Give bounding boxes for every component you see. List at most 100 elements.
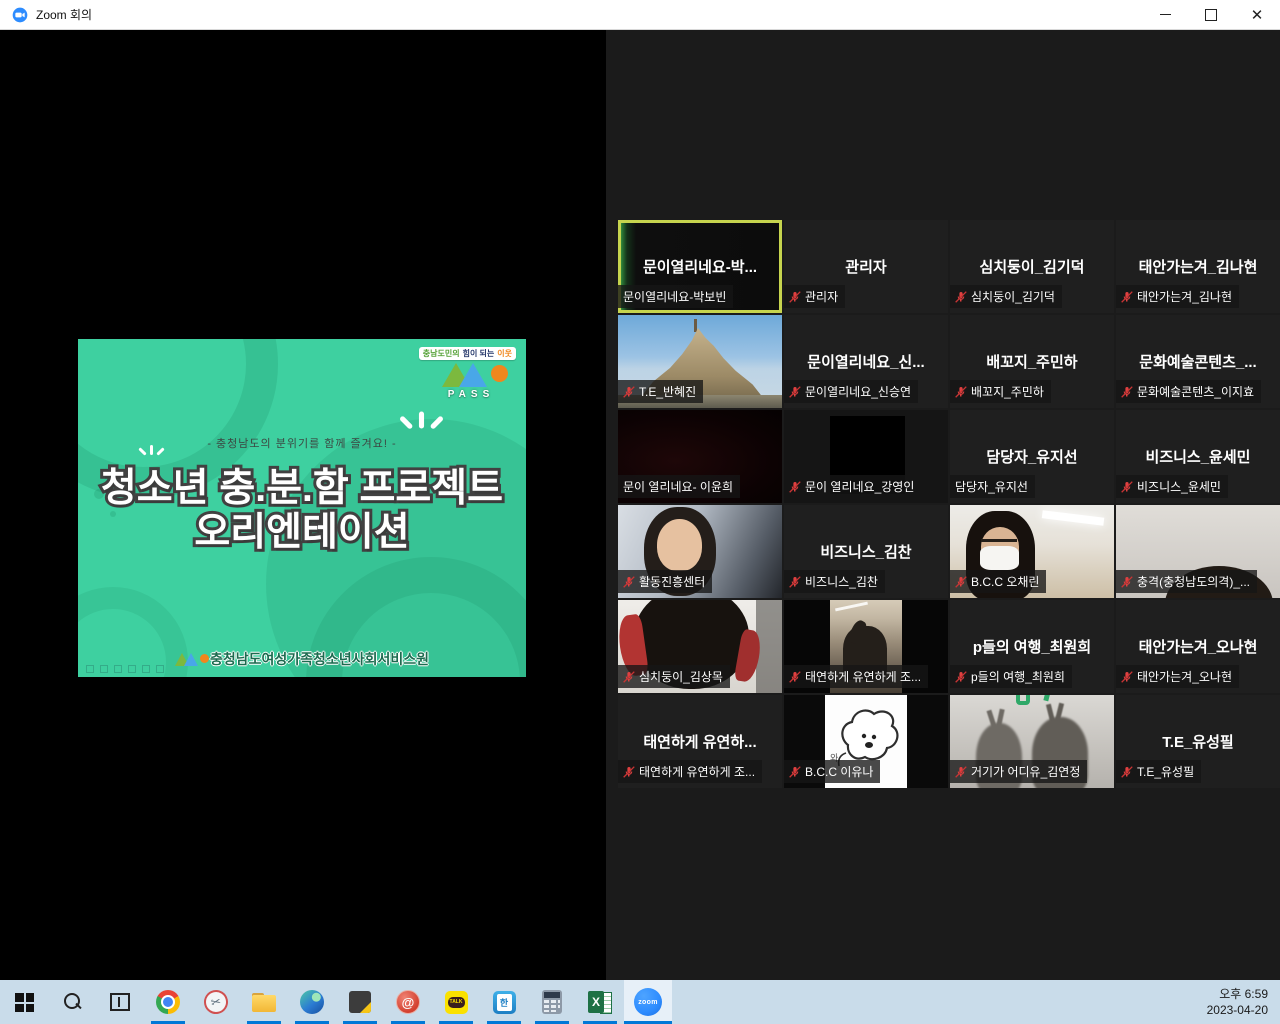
start-button[interactable] <box>0 980 48 1024</box>
taskbar-kakaotalk[interactable]: TALK <box>432 980 480 1024</box>
clock-date: 2023-04-20 <box>1207 1002 1268 1018</box>
taskbar-hancom[interactable]: 한 <box>480 980 528 1024</box>
notes-app-icon <box>349 991 371 1013</box>
window-controls: ✕ <box>1142 0 1280 29</box>
mic-muted-icon <box>955 671 967 683</box>
participant-tile[interactable]: p들의 여행_최원희 p들의 여행_최원희 <box>950 600 1114 693</box>
participant-label: 태연하게 유연하게 조... <box>784 665 928 688</box>
participant-label-text: 문화예술콘텐츠_이지효 <box>1137 383 1254 400</box>
participant-label: T.E_반혜진 <box>618 380 703 403</box>
participant-tile[interactable]: 문화예술콘텐츠_... 문화예술콘텐츠_이지효 <box>1116 315 1280 408</box>
taskbar-edge[interactable] <box>288 980 336 1024</box>
meeting-main-area: 충남도민의 힘이 되는 이웃 PASS - 충청남도의 분위기를 함께 즐겨요!… <box>0 30 1280 980</box>
slide-footer-text: 충청남도여성가족청소년사회서비스원 <box>210 649 429 669</box>
sparkle-icon <box>419 412 424 429</box>
participant-label-text: B.C.C 이유나 <box>805 763 873 780</box>
mic-muted-icon <box>623 576 635 588</box>
windows-taskbar: ✂ @ TALK 한 zoom 오후 6:59 2023-04-20 <box>0 980 1280 1024</box>
participant-tile[interactable]: 충격(충청남도의격)_... <box>1116 505 1280 598</box>
participant-label: 문이 열리네요_강영인 <box>784 475 921 498</box>
participant-label-text: p들의 여행_최원희 <box>971 668 1065 685</box>
calculator-icon <box>542 990 562 1014</box>
participant-tile[interactable]: B.C.C 오채린 <box>950 505 1114 598</box>
participant-tile[interactable]: 태연하게 유연하... 태연하게 유연하게 조... <box>618 695 782 788</box>
participant-tile[interactable]: 태연하게 유연하게 조... <box>784 600 948 693</box>
participant-label: 문이 열리네요- 이윤희 <box>618 475 740 498</box>
participant-label: 태안가는겨_오나현 <box>1116 665 1239 688</box>
participant-tile[interactable]: 배꼬지_주민하 배꼬지_주민하 <box>950 315 1114 408</box>
mic-muted-icon <box>955 766 967 778</box>
maximize-button[interactable] <box>1188 0 1234 29</box>
taskbar-chrome[interactable] <box>144 980 192 1024</box>
participant-tile-active-speaker[interactable]: 문이열리네요-박... 문이열리네요-박보빈 <box>618 220 782 313</box>
shared-slide: 충남도민의 힘이 되는 이웃 PASS - 충청남도의 분위기를 함께 즐겨요!… <box>78 339 526 677</box>
pass-logo-text: PASS <box>434 389 508 400</box>
participant-tile[interactable]: 와 B.C.C 이유나 <box>784 695 948 788</box>
participant-label-text: 관리자 <box>805 288 838 305</box>
screen-share-area: 충남도민의 힘이 되는 이웃 PASS - 충청남도의 분위기를 함께 즐겨요!… <box>0 30 606 980</box>
participant-tile[interactable]: 비즈니스_윤세민 비즈니스_윤세민 <box>1116 410 1280 503</box>
participant-label: 비즈니스_김찬 <box>784 570 885 593</box>
participant-label-text: T.E_반혜진 <box>639 383 696 400</box>
slide-subtitle: - 충청남도의 분위기를 함께 즐겨요! - <box>78 435 526 451</box>
taskbar-file-explorer[interactable] <box>240 980 288 1024</box>
close-button[interactable]: ✕ <box>1234 0 1280 29</box>
participant-label: 문이열리네요_신승연 <box>784 380 918 403</box>
participant-label: B.C.C 오채린 <box>950 570 1046 593</box>
taskbar-search-button[interactable] <box>48 980 96 1024</box>
participant-label: p들의 여행_최원희 <box>950 665 1072 688</box>
mic-muted-icon <box>955 576 967 588</box>
participant-label-text: 거기가 어디유_김연정 <box>971 763 1080 780</box>
participant-gallery: 문이열리네요-박... 문이열리네요-박보빈 관리자 관리자 심치둥이_김기덕 … <box>618 220 1280 788</box>
edge-icon <box>300 990 324 1014</box>
participant-label: 태연하게 유연하게 조... <box>618 760 762 783</box>
participant-tile[interactable]: 태안가는겨_김나현 태안가는겨_김나현 <box>1116 220 1280 313</box>
task-view-button[interactable] <box>96 980 144 1024</box>
participant-label-text: 활동진흥센터 <box>639 573 705 590</box>
mic-muted-icon <box>1121 576 1133 588</box>
participant-tile[interactable]: 담당자_유지선 담당자_유지선 <box>950 410 1114 503</box>
participant-tile[interactable]: 심치둥이_김상목 <box>618 600 782 693</box>
taskbar-clock[interactable]: 오후 6:59 2023-04-20 <box>1207 980 1280 1024</box>
taskbar-snipping-tool[interactable]: ✂ <box>192 980 240 1024</box>
participant-tile[interactable]: 문이열리네요_신... 문이열리네요_신승연 <box>784 315 948 408</box>
mic-muted-icon <box>1121 481 1133 493</box>
mic-muted-icon <box>623 386 635 398</box>
taskbar-excel[interactable] <box>576 980 624 1024</box>
slide-title-line2: 오리엔테이션 <box>78 511 526 555</box>
window-titlebar: Zoom 회의 ✕ <box>0 0 1280 30</box>
participant-label-text: 심치둥이_김기덕 <box>971 288 1055 305</box>
participant-tile[interactable]: T.E_유성필 T.E_유성필 <box>1116 695 1280 788</box>
taskbar-mail-app[interactable]: @ <box>384 980 432 1024</box>
hancom-icon: 한 <box>493 991 516 1014</box>
participant-label-text: 문이열리네요_신승연 <box>805 383 911 400</box>
taskbar-notes-app[interactable] <box>336 980 384 1024</box>
taskbar-calculator[interactable] <box>528 980 576 1024</box>
participant-label: T.E_유성필 <box>1116 760 1201 783</box>
scissors-icon: ✂ <box>202 988 230 1016</box>
participant-tile[interactable]: 거기가 어디유_김연정 <box>950 695 1114 788</box>
participant-tile[interactable]: 심치둥이_김기덕 심치둥이_김기덕 <box>950 220 1114 313</box>
participant-label: 심치둥이_김기덕 <box>950 285 1062 308</box>
participant-tile[interactable]: 활동진흥센터 <box>618 505 782 598</box>
participant-tile[interactable]: 관리자 관리자 <box>784 220 948 313</box>
chrome-icon <box>156 990 180 1014</box>
participant-label-text: 비즈니스_윤세민 <box>1137 478 1221 495</box>
taskbar-zoom-active[interactable]: zoom <box>624 980 672 1024</box>
participant-tile[interactable]: 비즈니스_김찬 비즈니스_김찬 <box>784 505 948 598</box>
search-icon <box>62 992 82 1012</box>
participant-tile[interactable]: 태안가는겨_오나현 태안가는겨_오나현 <box>1116 600 1280 693</box>
participant-label: 비즈니스_윤세민 <box>1116 475 1228 498</box>
mic-muted-icon <box>623 766 635 778</box>
mic-muted-icon <box>789 481 801 493</box>
at-mail-icon: @ <box>396 990 420 1014</box>
mic-muted-icon <box>789 576 801 588</box>
participant-label-text: 비즈니스_김찬 <box>805 573 878 590</box>
minimize-button[interactable] <box>1142 0 1188 29</box>
participant-tile[interactable]: T.E_반혜진 <box>618 315 782 408</box>
participant-tile[interactable]: 문이 열리네요- 이윤희 <box>618 410 782 503</box>
participant-tile[interactable]: 문이 열리네요_강영인 <box>784 410 948 503</box>
zoom-app-icon <box>12 7 28 23</box>
mic-muted-icon <box>789 386 801 398</box>
participant-label-text: 태연하게 유연하게 조... <box>639 763 755 780</box>
